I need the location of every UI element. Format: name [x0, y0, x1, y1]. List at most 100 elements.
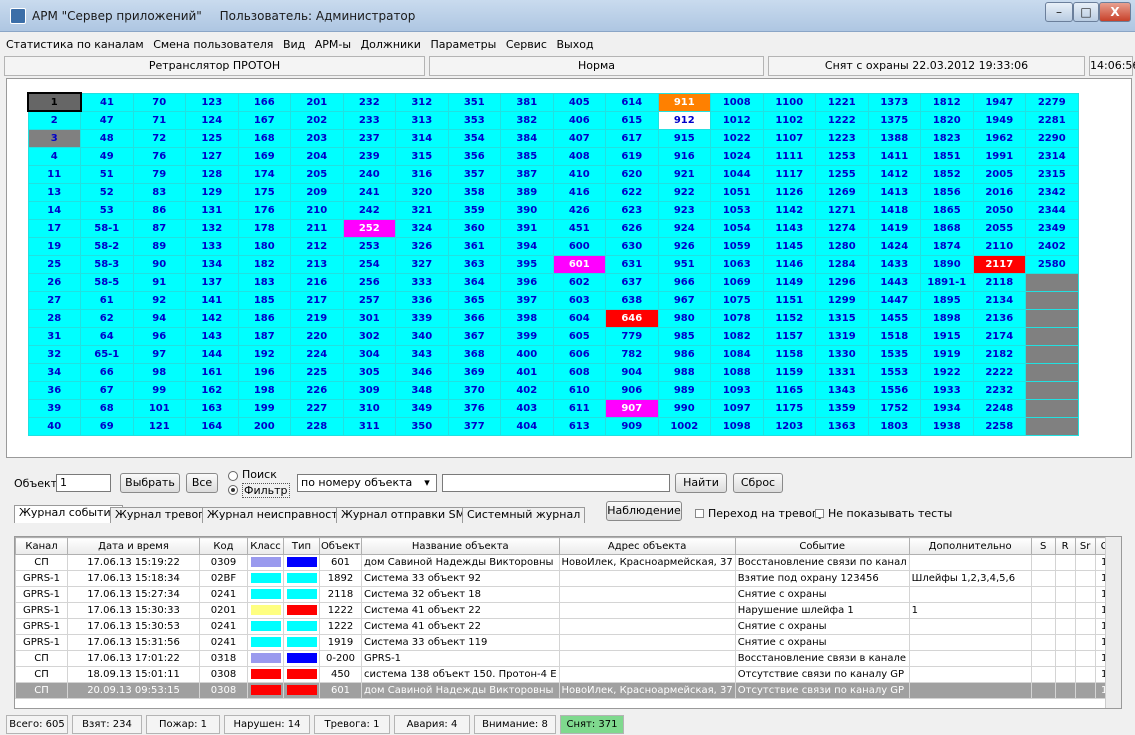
object-cell[interactable]: 614 [605, 92, 659, 112]
object-cell[interactable]: 779 [605, 326, 659, 346]
object-cell[interactable]: 1102 [762, 110, 816, 130]
object-cell[interactable]: 404 [500, 416, 554, 436]
object-cell[interactable]: 199 [237, 398, 291, 418]
object-cell[interactable]: 137 [185, 272, 239, 292]
object-cell[interactable]: 2110 [972, 236, 1026, 256]
object-cell[interactable]: 363 [447, 254, 501, 274]
object-cell[interactable]: 326 [395, 236, 449, 256]
object-cell[interactable]: 83 [132, 182, 186, 202]
object-cell[interactable]: 620 [605, 164, 659, 184]
object-cell[interactable]: 144 [185, 344, 239, 364]
object-cell[interactable]: 394 [500, 236, 554, 256]
object-cell[interactable]: 364 [447, 272, 501, 292]
object-cell[interactable]: 182 [237, 254, 291, 274]
object-cell[interactable]: 1949 [972, 110, 1026, 130]
object-cell[interactable]: 2 [27, 110, 81, 130]
object-cell[interactable]: 1418 [867, 200, 921, 220]
object-cell[interactable]: 426 [552, 200, 606, 220]
object-cell[interactable]: 209 [290, 182, 344, 202]
menu-item-exit[interactable]: Выход [550, 36, 593, 51]
object-cell[interactable]: 1330 [815, 344, 869, 364]
object-cell[interactable]: 381 [500, 92, 554, 112]
object-cell[interactable]: 25 [27, 254, 81, 274]
object-cell[interactable]: 205 [290, 164, 344, 184]
object-cell[interactable]: 72 [132, 128, 186, 148]
object-cell[interactable]: 219 [290, 308, 344, 328]
object-cell[interactable]: 967 [657, 290, 711, 310]
object-cell[interactable]: 1044 [710, 164, 764, 184]
object-cell[interactable]: 1343 [815, 380, 869, 400]
object-cell[interactable]: 92 [132, 290, 186, 310]
object-cell[interactable]: 369 [447, 362, 501, 382]
object-cell[interactable]: 382 [500, 110, 554, 130]
object-cell[interactable]: 1142 [762, 200, 816, 220]
object-cell[interactable]: 631 [605, 254, 659, 274]
object-cell[interactable]: 305 [342, 362, 396, 382]
object-cell[interactable]: 1143 [762, 218, 816, 238]
object-cell[interactable]: 316 [395, 164, 449, 184]
object-cell[interactable]: 605 [552, 326, 606, 346]
object-cell[interactable]: 600 [552, 236, 606, 256]
object-cell[interactable]: 178 [237, 218, 291, 238]
object-cell[interactable]: 1424 [867, 236, 921, 256]
object-cell[interactable]: 79 [132, 164, 186, 184]
search-radio[interactable] [228, 471, 238, 481]
object-cell[interactable]: 167 [237, 110, 291, 130]
object-cell[interactable]: 129 [185, 182, 239, 202]
object-cell[interactable]: 163 [185, 398, 239, 418]
object-cell[interactable]: 65-1 [80, 344, 134, 364]
object-cell[interactable]: 604 [552, 308, 606, 328]
object-cell[interactable]: 2290 [1025, 128, 1079, 148]
object-cell[interactable]: 397 [500, 290, 554, 310]
object-cell[interactable]: 1296 [815, 272, 869, 292]
object-cell[interactable]: 782 [605, 344, 659, 364]
object-cell[interactable]: 615 [605, 110, 659, 130]
object-cell[interactable]: 1518 [867, 326, 921, 346]
observe-button[interactable]: Наблюдение [606, 501, 682, 521]
object-cell[interactable]: 924 [657, 218, 711, 238]
object-cell[interactable]: 904 [605, 362, 659, 382]
object-cell[interactable]: 2314 [1025, 146, 1079, 166]
object-cell[interactable]: 1919 [920, 344, 974, 364]
object-cell[interactable]: 923 [657, 200, 711, 220]
object-cell[interactable]: 1359 [815, 398, 869, 418]
object-cell[interactable]: 339 [395, 308, 449, 328]
object-cell[interactable]: 922 [657, 182, 711, 202]
object-cell[interactable]: 86 [132, 200, 186, 220]
object-cell[interactable]: 2279 [1025, 92, 1079, 112]
object-cell[interactable]: 989 [657, 380, 711, 400]
object-cell[interactable] [1025, 362, 1079, 382]
object-cell[interactable]: 1107 [762, 128, 816, 148]
object-cell[interactable]: 360 [447, 218, 501, 238]
object-cell[interactable]: 1093 [710, 380, 764, 400]
object-cell[interactable] [1025, 272, 1079, 292]
tab-alarms[interactable]: Журнал тревог [110, 507, 209, 523]
object-cell[interactable]: 1098 [710, 416, 764, 436]
object-cell[interactable]: 101 [132, 398, 186, 418]
object-cell[interactable]: 90 [132, 254, 186, 274]
object-cell[interactable]: 980 [657, 308, 711, 328]
object-cell[interactable]: 31 [27, 326, 81, 346]
object-cell[interactable]: 1253 [815, 146, 869, 166]
object-cell[interactable]: 2174 [972, 326, 1026, 346]
object-cell[interactable]: 1100 [762, 92, 816, 112]
object-cell[interactable]: 1363 [815, 416, 869, 436]
object-cell[interactable]: 204 [290, 146, 344, 166]
object-cell[interactable]: 89 [132, 236, 186, 256]
object-cell[interactable]: 401 [500, 362, 554, 382]
object-cell[interactable]: 365 [447, 290, 501, 310]
table-row[interactable]: СП 17.06.13 17:01:22 0318 0-200 GPRS-1 Восста… [15, 650, 1114, 667]
object-cell[interactable]: 225 [290, 362, 344, 382]
object-cell[interactable]: 1947 [972, 92, 1026, 112]
object-cell[interactable]: 346 [395, 362, 449, 382]
object-cell[interactable]: 53 [80, 200, 134, 220]
object-cell[interactable]: 2232 [972, 380, 1026, 400]
object-cell[interactable]: 192 [237, 344, 291, 364]
object-cell[interactable]: 1852 [920, 164, 974, 184]
object-cell[interactable]: 1934 [920, 398, 974, 418]
object-cell[interactable]: 201 [290, 92, 344, 112]
object-cell[interactable]: 203 [290, 128, 344, 148]
object-cell[interactable]: 309 [342, 380, 396, 400]
object-cell[interactable]: 1111 [762, 146, 816, 166]
object-cell[interactable]: 1221 [815, 92, 869, 112]
